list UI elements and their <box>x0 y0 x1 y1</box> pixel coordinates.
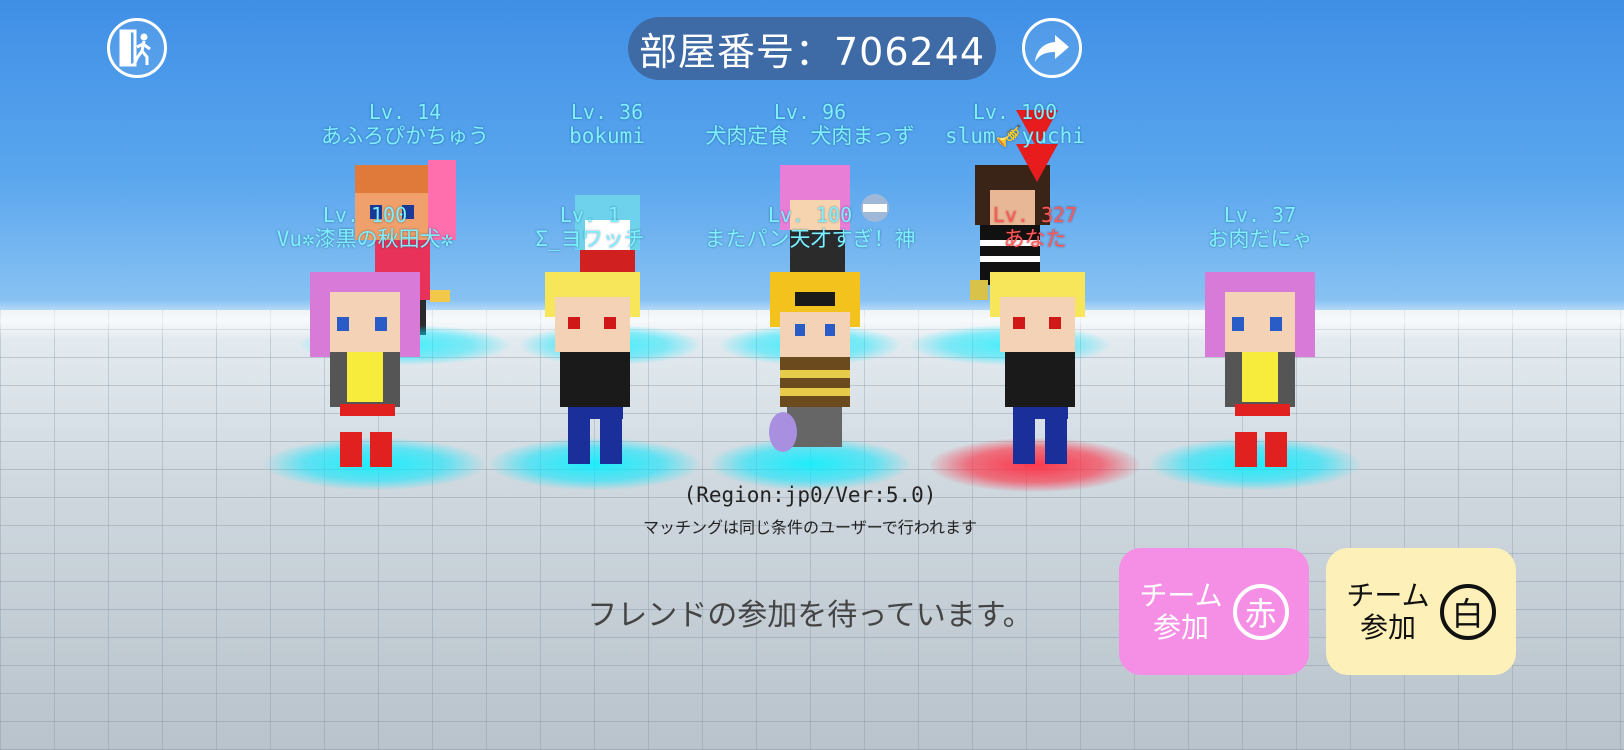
join-white-team-button[interactable]: チーム 参加 白 <box>1326 548 1516 675</box>
team-label-line1: チーム <box>1139 578 1223 612</box>
room-number-label: 部屋番号：706244 <box>628 17 996 80</box>
player-level: Lv. 100 <box>322 203 408 227</box>
player-level: Lv. 1 <box>559 203 621 227</box>
exit-door-icon <box>119 29 151 67</box>
player-level: Lv. 327 <box>992 203 1078 227</box>
player-name: お肉だにゃ <box>1207 227 1313 251</box>
team-button-label: チーム 参加 <box>1139 578 1223 644</box>
team-label-line2: 参加 <box>1359 610 1416 644</box>
player-label-back-3: Lv. 96 犬肉定食 犬肉まっず <box>690 100 930 148</box>
player-name: bokumi <box>569 124 645 148</box>
player-name: あなた <box>1003 227 1067 251</box>
region-version-label: (Region:jp0/Ver:5.0) <box>683 483 937 507</box>
player-level: Lv. 14 <box>368 100 442 124</box>
player-label-self: Lv. 327 あなた <box>975 203 1095 251</box>
character-front-self <box>990 272 1085 464</box>
character-front-1 <box>310 272 420 467</box>
player-name: slum🎺yuchi <box>945 124 1085 148</box>
team-label-line1: チーム <box>1346 578 1430 612</box>
team-label-line2: 参加 <box>1152 610 1209 644</box>
player-name: あふろぴかちゅう <box>321 124 489 148</box>
player-name: Σ_ヨワッチ <box>535 227 645 251</box>
character-front-3 <box>769 272 860 452</box>
share-arrow-icon <box>1035 35 1069 62</box>
player-label-front-5: Lv. 37 お肉だにゃ <box>1180 203 1340 251</box>
character-front-5 <box>1205 272 1315 467</box>
matching-note: マッチングは同じ条件のユーザーで行われます <box>643 518 977 537</box>
white-team-badge: 白 <box>1439 583 1496 640</box>
player-label-back-4: Lv. 100 slum🎺yuchi <box>935 100 1095 148</box>
player-level: Lv. 96 <box>773 100 847 124</box>
player-label-front-2: Lv. 1 Σ_ヨワッチ <box>510 203 670 251</box>
player-name: またパン天才すぎ！神 <box>704 227 916 251</box>
player-label-front-1: Lv. 100 Vu✲漆黒の秋田犬✲ <box>245 203 485 251</box>
player-level: Lv. 100 <box>972 100 1058 124</box>
player-label-back-2: Lv. 36 bokumi <box>527 100 687 148</box>
player-level: Lv. 36 <box>570 100 644 124</box>
player-name: Vu✲漆黒の秋田犬✲ <box>276 227 454 251</box>
waiting-status: フレンドの参加を待っています。 <box>587 598 1033 633</box>
join-red-team-button[interactable]: チーム 参加 赤 <box>1119 548 1309 675</box>
player-level: Lv. 100 <box>767 203 853 227</box>
red-team-badge: 赤 <box>1232 583 1289 640</box>
player-name: 犬肉定食 犬肉まっず <box>705 124 915 148</box>
exit-room-button[interactable] <box>107 18 167 78</box>
team-button-label: チーム 参加 <box>1346 578 1430 644</box>
player-level: Lv. 37 <box>1223 203 1297 227</box>
share-button[interactable] <box>1022 18 1082 78</box>
player-label-front-3: Lv. 100 またパン天才すぎ！神 <box>685 203 935 251</box>
character-front-2 <box>545 272 640 464</box>
player-label-back-1: Lv. 14 あふろぴかちゅう <box>305 100 505 148</box>
